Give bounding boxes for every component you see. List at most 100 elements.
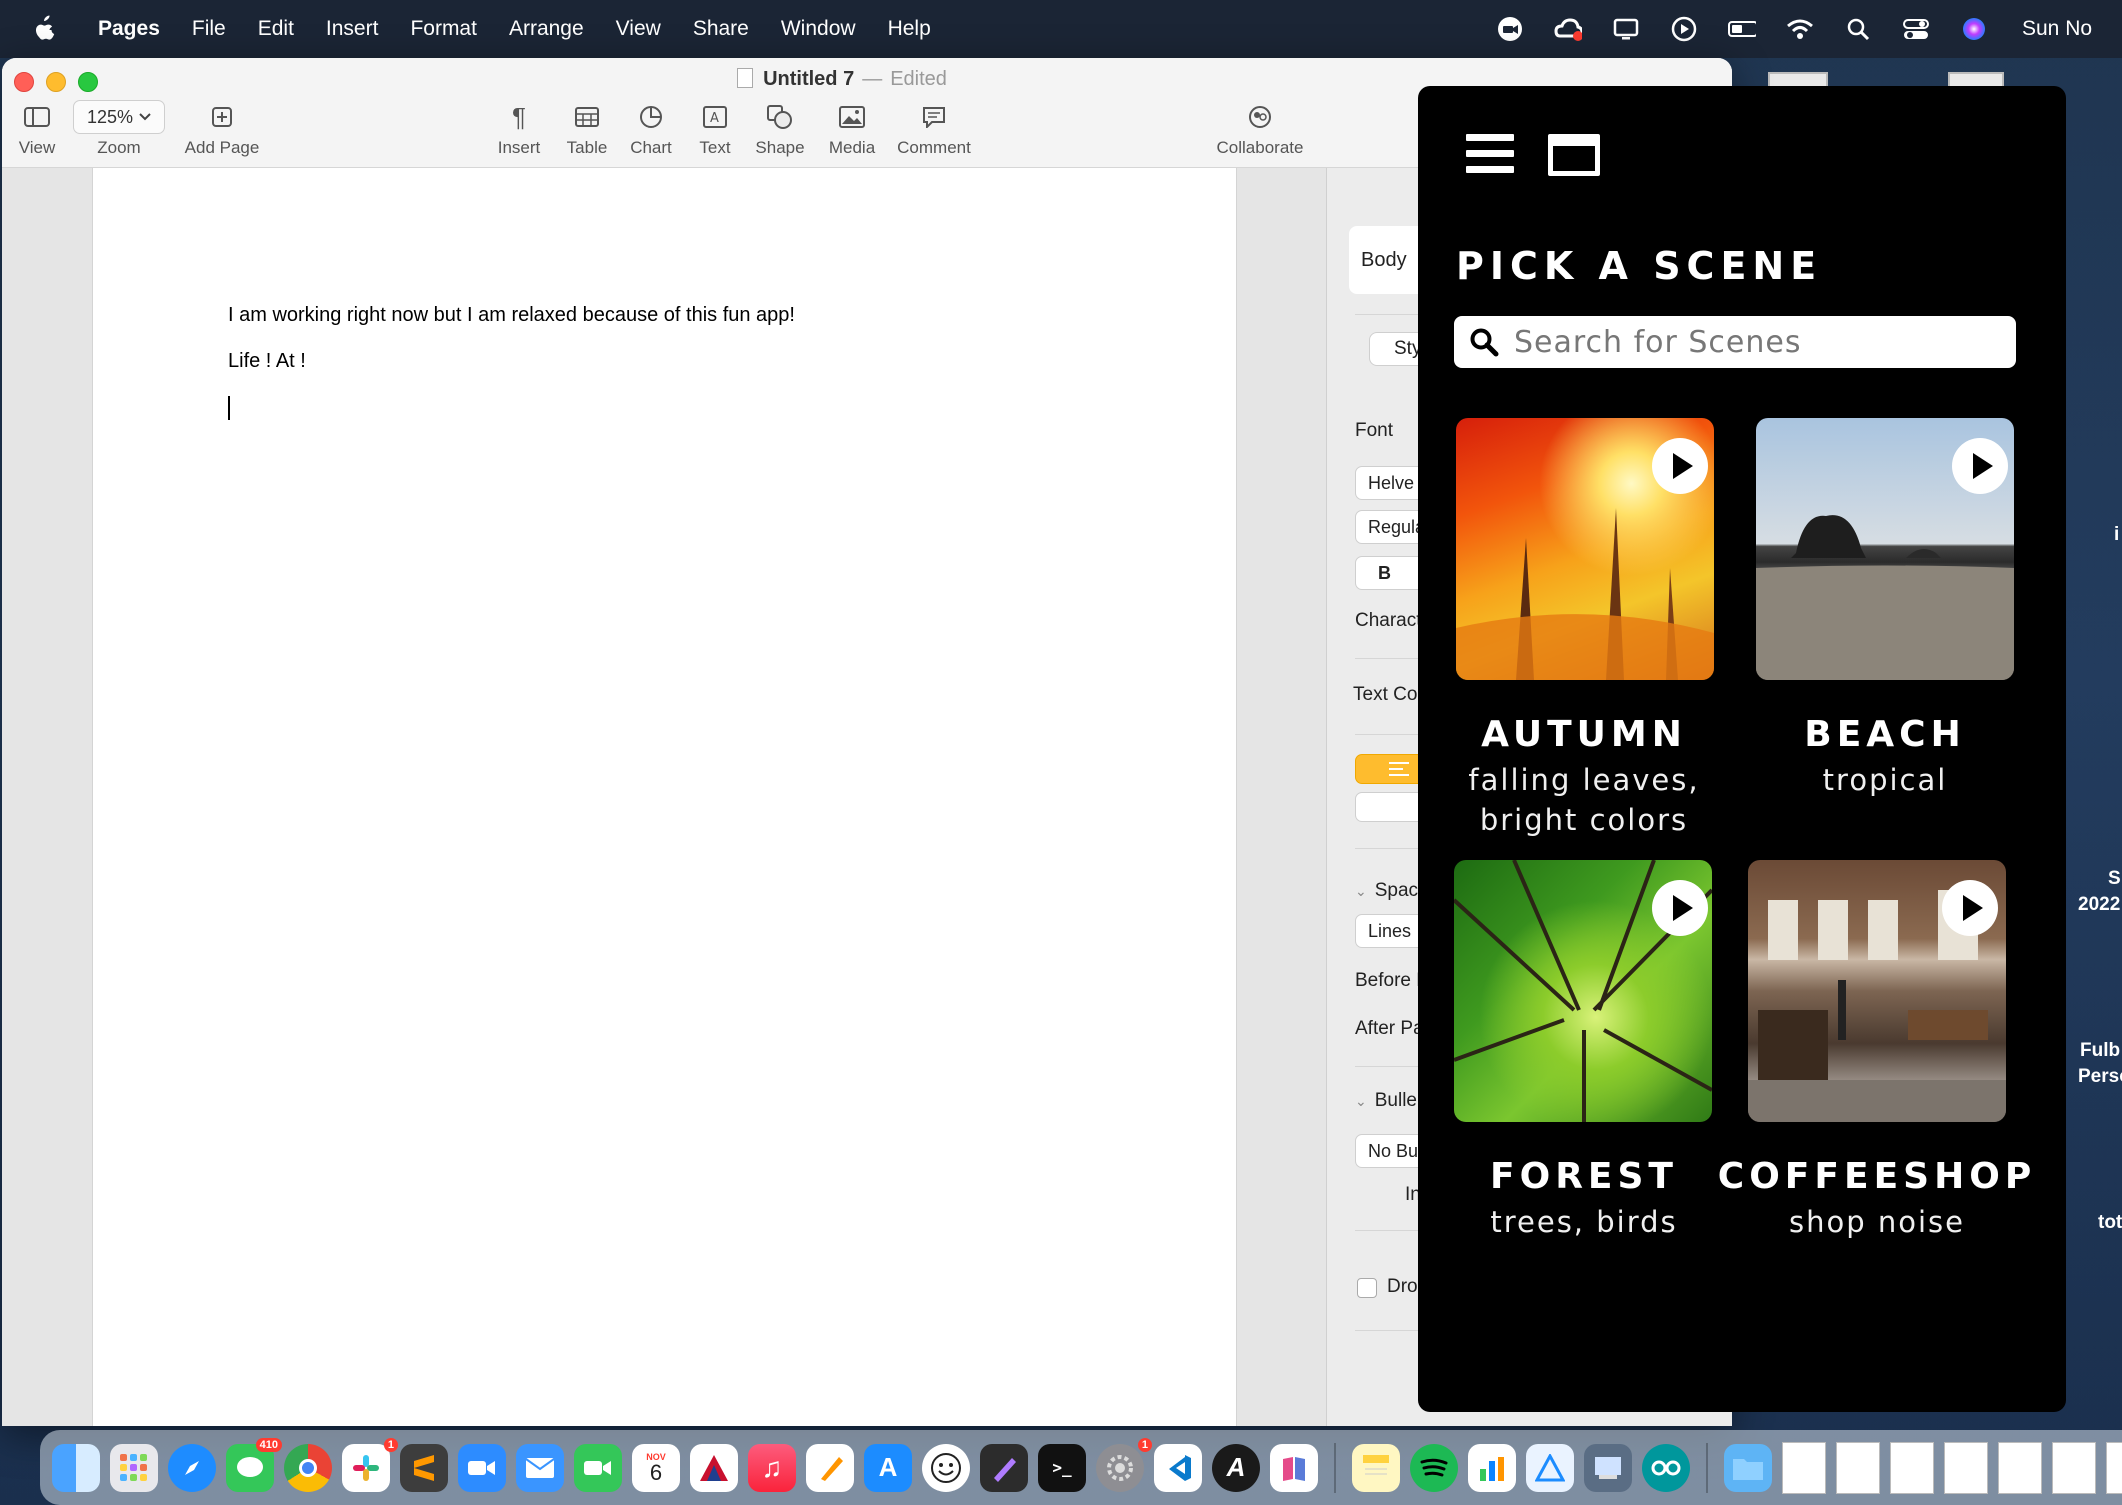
window-icon[interactable] (1548, 134, 1600, 176)
books-app-icon[interactable] (1270, 1443, 1318, 1492)
desktop-file-label[interactable]: tot (2098, 1212, 2122, 1234)
recent-document-thumbnail[interactable] (1836, 1441, 1880, 1494)
drop-cap-checkbox[interactable] (1357, 1278, 1377, 1298)
desktop-file-label[interactable]: 2022 (2078, 894, 2120, 916)
shape-button[interactable]: Shape (750, 100, 810, 158)
system-settings-icon[interactable]: 1 (1096, 1437, 1152, 1492)
menu-insert[interactable]: Insert (310, 0, 395, 58)
desktop-file-label[interactable]: i (2114, 524, 2119, 546)
menu-format[interactable]: Format (394, 0, 493, 58)
creative-cloud-icon[interactable] (1554, 15, 1582, 43)
calendar-icon[interactable]: NOV 6 (632, 1443, 680, 1492)
bullets-section[interactable]: ⌄ Bulle (1355, 1090, 1417, 1112)
text-button[interactable]: A Text (690, 100, 740, 158)
vectornator-icon[interactable] (980, 1443, 1028, 1492)
menu-window[interactable]: Window (765, 0, 872, 58)
scene-heading: PICK A SCENE (1456, 244, 1823, 288)
insert-button[interactable]: ¶ Insert (494, 100, 544, 158)
slack-icon[interactable]: 1 (342, 1437, 398, 1492)
launchpad-icon[interactable] (110, 1443, 158, 1492)
sublime-text-icon[interactable] (400, 1443, 448, 1492)
media-button[interactable]: Media (822, 100, 882, 158)
document-page[interactable]: I am working right now but I am relaxed … (92, 168, 1237, 1426)
zoom-control[interactable]: 125% Zoom (72, 100, 166, 158)
finder-icon[interactable] (52, 1443, 100, 1492)
scene-title-autumn[interactable]: AUTUMN (1424, 714, 1744, 755)
menu-file[interactable]: File (176, 0, 242, 58)
scene-title-forest[interactable]: FOREST (1424, 1156, 1744, 1197)
wifi-icon[interactable] (1786, 15, 1814, 43)
display-icon[interactable] (1612, 15, 1640, 43)
spacing-section[interactable]: ⌄ Spac (1355, 880, 1418, 902)
scene-thumbnail-coffeeshop[interactable] (1748, 860, 2006, 1122)
scene-title-beach[interactable]: BEACH (1725, 714, 2045, 755)
preview-icon[interactable] (1584, 1443, 1632, 1492)
chart-button[interactable]: Chart (626, 100, 676, 158)
menubar-clock[interactable]: Sun No (2022, 17, 2108, 41)
keynote-icon[interactable] (1526, 1443, 1574, 1492)
scene-thumbnail-autumn[interactable] (1456, 418, 1714, 680)
battery-icon[interactable] (1728, 15, 1756, 43)
control-center-icon[interactable] (1902, 15, 1930, 43)
typeface-app-icon[interactable]: A (1212, 1443, 1260, 1492)
menu-help[interactable]: Help (872, 0, 947, 58)
menu-app-pages[interactable]: Pages (82, 0, 176, 58)
comment-button[interactable]: Comment (894, 100, 974, 158)
mail-icon[interactable] (516, 1443, 564, 1492)
music-icon[interactable]: ♫ (748, 1443, 796, 1492)
face-app-icon[interactable] (922, 1443, 970, 1492)
play-beach-button[interactable] (1952, 438, 2008, 494)
desktop-file-label[interactable]: S (2108, 868, 2121, 890)
desktop-file-label[interactable]: Fulb (2080, 1040, 2120, 1062)
apple-menu-icon[interactable] (30, 14, 56, 44)
zoom-app-icon[interactable] (458, 1443, 506, 1492)
notes-icon[interactable] (1352, 1443, 1400, 1492)
safari-icon[interactable] (168, 1443, 216, 1492)
chevron-down-icon (139, 113, 151, 121)
app-store-icon[interactable]: A (864, 1443, 912, 1492)
downloads-folder-icon[interactable] (1724, 1443, 1772, 1492)
zoom-select[interactable]: 125% (73, 100, 165, 134)
terminal-icon[interactable]: >_ (1038, 1443, 1086, 1492)
document-paragraph[interactable]: Life ! At ! (228, 350, 306, 373)
recent-document-thumbnail[interactable] (1890, 1441, 1934, 1494)
recent-document-thumbnail[interactable] (2106, 1441, 2122, 1494)
spotify-icon[interactable] (1410, 1443, 1458, 1492)
vscode-icon[interactable] (1154, 1443, 1202, 1492)
menu-edit[interactable]: Edit (242, 0, 310, 58)
zoom-status-icon[interactable] (1496, 15, 1524, 43)
numbers-icon[interactable] (1468, 1443, 1516, 1492)
affinity-icon[interactable] (690, 1443, 738, 1492)
document-name[interactable]: Untitled 7 (763, 68, 854, 90)
recent-document-thumbnail[interactable] (1782, 1441, 1826, 1494)
recent-document-thumbnail[interactable] (1998, 1441, 2042, 1494)
play-forest-button[interactable] (1652, 880, 1708, 936)
pages-app-icon[interactable] (806, 1443, 854, 1492)
scene-title-coffeeshop[interactable]: COFFEESHOP (1717, 1156, 2037, 1197)
desktop-file-label[interactable]: Perso (2078, 1066, 2122, 1088)
facetime-icon[interactable] (574, 1443, 622, 1492)
play-coffeeshop-button[interactable] (1942, 880, 1998, 936)
menu-arrange[interactable]: Arrange (493, 0, 600, 58)
spotlight-search-icon[interactable] (1844, 15, 1872, 43)
siri-icon[interactable] (1960, 15, 1988, 43)
collaborate-button[interactable]: Collaborate (1210, 100, 1310, 158)
hamburger-menu-icon[interactable] (1466, 134, 1514, 174)
chrome-icon[interactable] (284, 1443, 332, 1492)
messages-icon[interactable]: 410 (226, 1437, 282, 1492)
scene-search-bar[interactable] (1454, 316, 2016, 368)
document-paragraph[interactable]: I am working right now but I am relaxed … (228, 304, 795, 327)
view-button[interactable]: View (12, 100, 62, 158)
now-playing-icon[interactable] (1670, 15, 1698, 43)
add-page-button[interactable]: Add Page (182, 100, 262, 158)
scene-search-input[interactable] (1514, 324, 1994, 360)
menu-view[interactable]: View (600, 0, 677, 58)
arduino-icon[interactable] (1642, 1443, 1690, 1492)
play-autumn-button[interactable] (1652, 438, 1708, 494)
scene-thumbnail-forest[interactable] (1454, 860, 1712, 1122)
menu-share[interactable]: Share (677, 0, 765, 58)
recent-document-thumbnail[interactable] (1944, 1441, 1988, 1494)
scene-thumbnail-beach[interactable] (1756, 418, 2014, 680)
table-button[interactable]: Table (562, 100, 612, 158)
recent-document-thumbnail[interactable] (2052, 1441, 2096, 1494)
